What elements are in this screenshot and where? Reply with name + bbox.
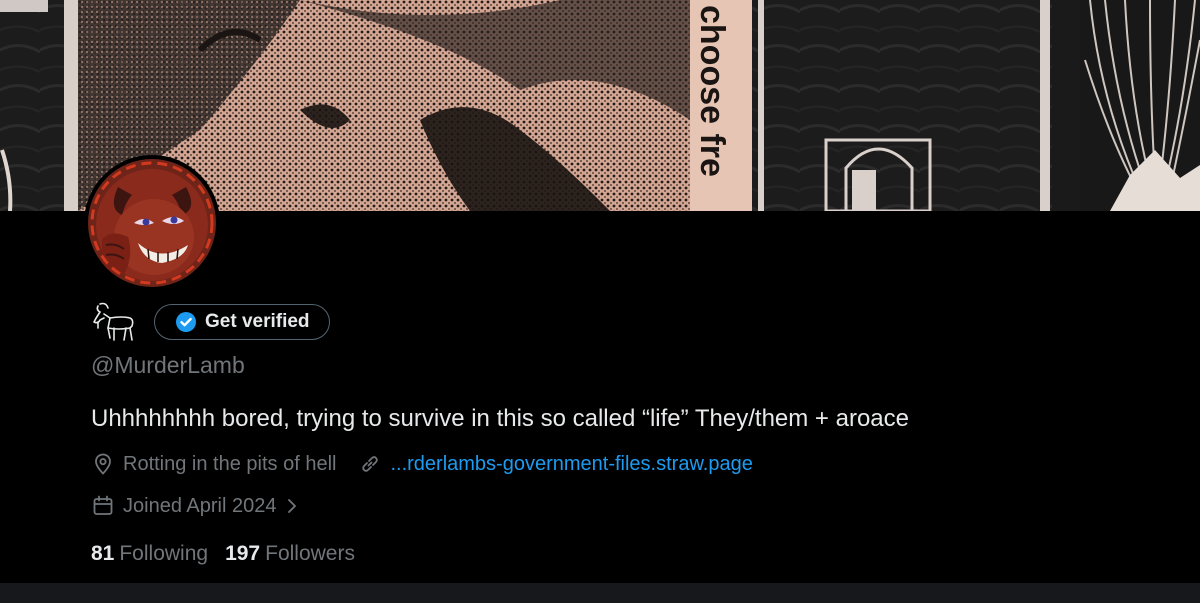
followers-label: Followers — [265, 542, 355, 565]
website-item[interactable]: ...rderlambs-government-files.straw.page — [358, 452, 753, 476]
profile-meta-row: Rotting in the pits of hell ...rderlambs… — [91, 452, 753, 476]
following-count: 81 — [91, 542, 115, 565]
profile-bio: Uhhhhhhhh bored, trying to survive in th… — [91, 405, 909, 432]
location-text: Rotting in the pits of hell — [123, 452, 337, 475]
get-verified-label: Get verified — [205, 311, 310, 332]
calendar-icon — [93, 495, 113, 515]
bottom-divider — [0, 583, 1200, 603]
name-row: Get verified — [90, 300, 330, 344]
followers-link[interactable]: 197 Followers — [225, 542, 355, 566]
joined-text: Joined April 2024 — [123, 494, 277, 517]
joined-row[interactable]: Joined April 2024 — [91, 494, 302, 518]
location-pin-icon — [95, 453, 111, 475]
website-link[interactable]: ...rderlambs-government-files.straw.page — [390, 453, 752, 476]
avatar-image — [88, 159, 216, 287]
goat-emoji-icon — [93, 302, 134, 341]
link-icon — [362, 456, 379, 472]
follow-stats: 81 Following 197 Followers — [91, 542, 355, 566]
location-item: Rotting in the pits of hell — [91, 452, 336, 476]
profile-handle: @MurderLamb — [91, 352, 245, 378]
banner-vertical-text: choose fre — [693, 5, 731, 177]
followers-count: 197 — [225, 542, 261, 565]
following-link[interactable]: 81 Following — [91, 542, 208, 566]
chevron-right-icon[interactable] — [282, 496, 302, 516]
verified-badge-icon — [176, 312, 196, 332]
get-verified-button[interactable]: Get verified — [154, 304, 330, 340]
following-label: Following — [119, 542, 209, 565]
profile-avatar[interactable] — [84, 155, 220, 291]
